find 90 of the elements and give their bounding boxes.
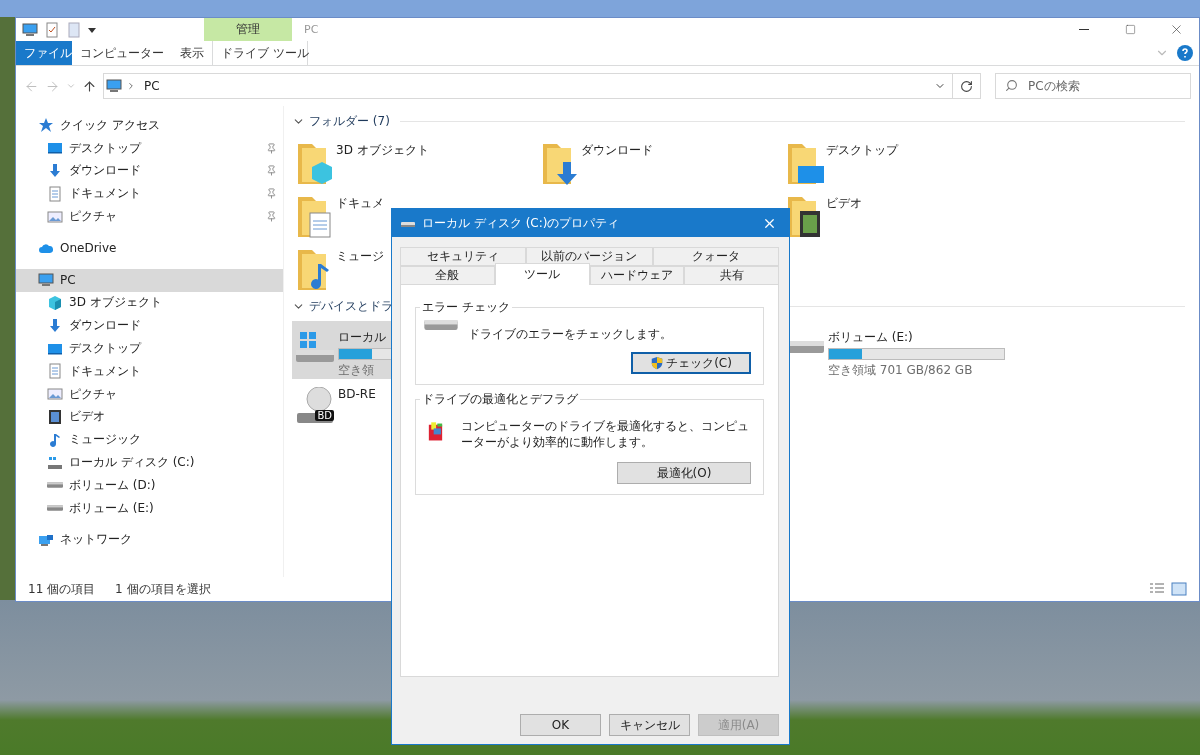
optimize-button[interactable]: 最適化(O) — [617, 462, 751, 485]
cube-icon — [47, 294, 63, 311]
document-icon — [47, 363, 63, 380]
nav-item[interactable]: PC — [16, 268, 283, 292]
group-title: ドライブの最適化とデフラグ — [421, 391, 579, 409]
group-description: ドライブのエラーをチェックします。 — [468, 326, 672, 343]
nav-item[interactable]: ダウンロード — [16, 314, 283, 338]
picture-icon — [47, 208, 63, 225]
monitor-icon — [38, 272, 54, 289]
folder-tile[interactable]: ドキュメ — [292, 189, 386, 242]
nav-item[interactable]: デスクトップ — [16, 136, 283, 160]
nav-item[interactable]: ボリューム (D:) — [16, 473, 283, 497]
star-icon — [38, 117, 54, 134]
nav-item[interactable]: ボリューム (E:) — [16, 496, 283, 520]
folder-tile[interactable]: ダウンロード — [537, 136, 655, 189]
window-title: PC — [303, 22, 320, 38]
pin-icon[interactable] — [266, 211, 277, 223]
maximize-icon — [1124, 24, 1136, 35]
nav-item[interactable]: ピクチャ — [16, 382, 283, 406]
back-button[interactable] — [24, 78, 39, 94]
pin-icon[interactable] — [266, 188, 277, 200]
folder-tile[interactable]: デスクトップ — [782, 136, 900, 189]
dialog-tab[interactable]: ツール — [494, 263, 590, 285]
nav-item[interactable]: ドキュメント — [16, 182, 283, 206]
dialog-tab[interactable]: セキュリティ — [400, 247, 527, 266]
folder-tile[interactable]: 3D オブジェクト — [292, 136, 431, 189]
contextual-group-header: 管理 — [204, 18, 292, 41]
dialog-button[interactable]: キャンセル — [609, 714, 690, 736]
minimize-icon — [1079, 29, 1089, 30]
refresh-icon — [960, 79, 973, 93]
dialog-tab[interactable]: ハードウェア — [589, 266, 685, 285]
forward-button[interactable] — [45, 78, 60, 94]
help-icon[interactable] — [1177, 45, 1193, 61]
up-button[interactable] — [82, 78, 97, 94]
drive-icon — [47, 505, 63, 512]
dialog-button[interactable]: OK — [520, 714, 601, 736]
check-button[interactable]: チェック(C) — [631, 352, 751, 375]
windows-drive-icon — [296, 332, 334, 362]
dialog-tab[interactable]: 共有 — [684, 266, 779, 285]
section-header[interactable]: フォルダー (7) — [309, 112, 390, 130]
nav-item[interactable]: ビデオ — [16, 405, 283, 429]
drive-badge: BD — [315, 410, 334, 421]
file-menu-tab[interactable]: ファイル — [16, 41, 72, 65]
dialog-tab[interactable]: 全般 — [400, 266, 495, 285]
desktop-icon — [47, 140, 63, 157]
section-header[interactable]: デバイスとドラ — [309, 297, 393, 315]
pin-icon[interactable] — [266, 165, 277, 177]
address-bar[interactable]: PC — [103, 73, 981, 99]
music-note-icon — [47, 431, 63, 448]
drive-tile[interactable]: BD BD-RE — [292, 379, 378, 437]
large-icons-view-icon — [1171, 581, 1187, 597]
breadcrumb-separator-icon[interactable] — [126, 81, 136, 91]
nav-item[interactable]: ミュージック — [16, 428, 283, 452]
nav-item[interactable]: ネットワーク — [16, 528, 283, 552]
download-arrow-icon — [47, 163, 63, 179]
drive-icon — [47, 482, 63, 489]
drive-icon — [424, 320, 458, 330]
search-field[interactable]: PCの検索 — [995, 73, 1191, 99]
drive-icon — [47, 454, 63, 471]
nav-item[interactable]: クイック アクセス — [16, 114, 283, 137]
dialog-tab[interactable]: クォータ — [652, 247, 779, 266]
properties-icon — [44, 21, 60, 38]
chevron-down-icon — [66, 81, 76, 91]
new-folder-icon — [66, 21, 82, 38]
picture-icon — [47, 386, 63, 403]
pin-icon[interactable] — [266, 142, 277, 154]
group-description: コンピューターのドライブを最適化すると、コンピューターがより効率的に動作します。 — [460, 418, 750, 451]
nav-item[interactable]: ダウンロード — [16, 159, 283, 183]
nav-item[interactable]: ドキュメント — [16, 359, 283, 383]
document-icon — [47, 185, 63, 202]
search-icon — [1005, 79, 1018, 92]
item-count: 11 個の項目 — [28, 580, 96, 598]
arrow-right-icon — [45, 78, 60, 94]
folder-tile[interactable]: ミュージ — [292, 242, 386, 295]
film-icon — [47, 408, 63, 425]
dropdown-icon — [88, 25, 96, 34]
nav-item[interactable]: デスクトップ — [16, 337, 283, 360]
arrow-left-icon — [24, 78, 39, 94]
nav-item[interactable]: ピクチャ — [16, 205, 283, 228]
nav-item[interactable]: 3D オブジェクト — [16, 291, 283, 315]
group-title: エラー チェック — [421, 299, 511, 316]
dialog-title: ローカル ディスク (C:)のプロパティ — [422, 214, 621, 232]
nav-item[interactable]: ローカル ディスク (C:) — [16, 451, 283, 474]
monitor-icon — [22, 21, 38, 38]
breadcrumb[interactable]: PC — [140, 79, 164, 93]
recent-locations-button[interactable] — [66, 81, 76, 91]
download-arrow-icon — [47, 317, 63, 334]
monitor-icon — [106, 78, 122, 94]
nav-item[interactable]: OneDrive — [16, 237, 283, 260]
selection-count: 1 個の項目を選択 — [115, 580, 211, 598]
